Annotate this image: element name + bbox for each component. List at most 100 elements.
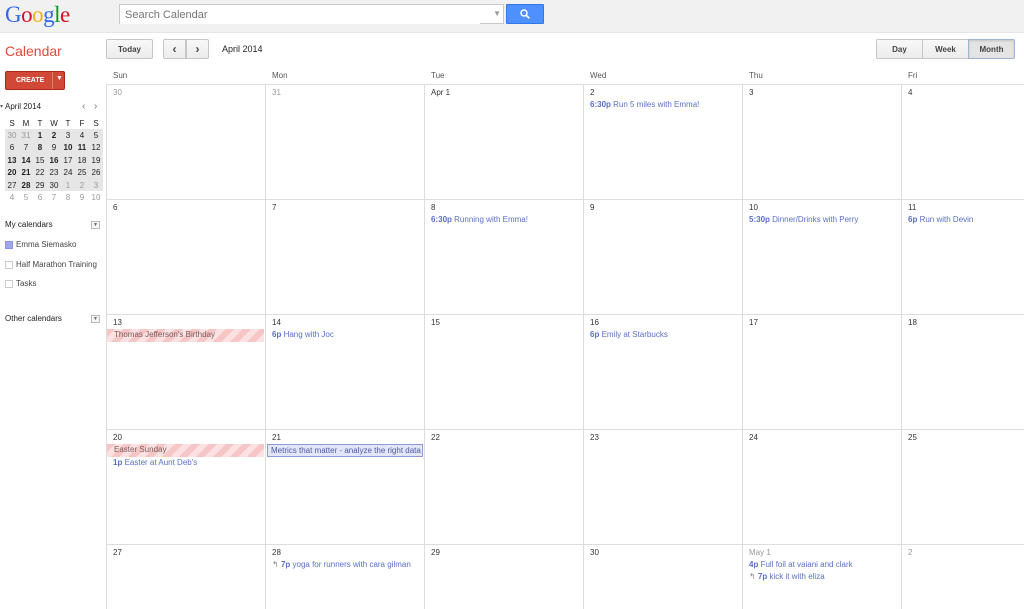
mini-prev-icon[interactable]: ‹ [82, 101, 85, 112]
calendar-item[interactable]: Tasks [5, 279, 36, 288]
collapse-arrow-icon[interactable]: ▾ [0, 103, 3, 110]
day-number[interactable]: 24 [749, 433, 758, 442]
day-number[interactable]: 30 [113, 88, 122, 97]
day-number[interactable]: 22 [431, 433, 440, 442]
mini-day[interactable]: 19 [89, 154, 103, 167]
mini-day[interactable]: 8 [33, 141, 47, 155]
mini-day[interactable]: 2 [47, 129, 61, 142]
calendar-item[interactable]: Emma Siemasko [5, 240, 76, 249]
view-day-button[interactable]: Day [876, 39, 923, 59]
dropdown-icon[interactable]: ▼ [91, 221, 100, 229]
mini-day[interactable]: 30 [47, 178, 61, 192]
mini-day[interactable]: 22 [33, 166, 47, 179]
day-number[interactable]: May 1 [749, 548, 771, 557]
mini-day[interactable]: 15 [33, 154, 47, 167]
view-month-button[interactable]: Month [968, 39, 1015, 59]
mini-day[interactable]: 3 [61, 129, 75, 142]
search-input[interactable] [120, 6, 480, 24]
calendar-color-swatch[interactable] [5, 240, 13, 249]
mini-day[interactable]: 28 [19, 178, 33, 192]
event[interactable]: 4p Full foil at vaiani and clark [749, 560, 899, 569]
mini-day[interactable]: 17 [61, 154, 75, 167]
day-number[interactable]: 9 [590, 203, 594, 212]
event[interactable]: ↰ 7p yoga for runners with cara gilman [272, 560, 422, 569]
mini-day[interactable]: 9 [47, 141, 61, 155]
day-number[interactable]: 21 [272, 433, 281, 442]
day-number[interactable]: 23 [590, 433, 599, 442]
mini-day[interactable]: 4 [5, 191, 19, 203]
mini-day[interactable]: 25 [75, 166, 89, 179]
day-number[interactable]: 18 [908, 318, 917, 327]
day-number[interactable]: 3 [749, 88, 753, 97]
search-options-icon[interactable]: ▼ [493, 9, 501, 18]
google-logo[interactable]: Google [5, 2, 70, 28]
mini-day[interactable]: 9 [75, 191, 89, 203]
mini-day[interactable]: 26 [89, 166, 103, 179]
holiday-event[interactable]: Thomas Jefferson's Birthday [107, 329, 264, 342]
mini-day[interactable]: 7 [47, 191, 61, 203]
mini-day[interactable]: 6 [5, 141, 19, 155]
day-number[interactable]: 28 [272, 548, 281, 557]
event[interactable]: ↰ 7p kick it with eliza [749, 572, 899, 581]
mini-day[interactable]: 31 [19, 129, 33, 142]
day-number[interactable]: 16 [590, 318, 599, 327]
event[interactable]: 6p Emily at Starbucks [590, 330, 740, 339]
mini-day[interactable]: 8 [61, 191, 75, 203]
day-number[interactable]: 2 [908, 548, 912, 557]
mini-day[interactable]: 5 [89, 129, 103, 142]
event[interactable]: 1p Easter at Aunt Deb's [113, 458, 263, 467]
create-button[interactable]: CREATE ▼ [5, 71, 65, 90]
day-number[interactable]: 14 [272, 318, 281, 327]
event[interactable]: 6:30p Running with Emma! [431, 215, 581, 224]
dropdown-icon[interactable]: ▼ [91, 315, 100, 323]
day-number[interactable]: 6 [113, 203, 117, 212]
mini-day[interactable]: 11 [75, 141, 89, 155]
mini-day[interactable]: 1 [33, 129, 47, 142]
holiday-event[interactable]: Easter Sunday [107, 444, 264, 457]
day-number[interactable]: 30 [590, 548, 599, 557]
day-number[interactable]: 2 [590, 88, 594, 97]
day-number[interactable]: 7 [272, 203, 276, 212]
mini-day[interactable]: 12 [89, 141, 103, 155]
mini-day[interactable]: 30 [5, 129, 19, 142]
day-number[interactable]: 17 [749, 318, 758, 327]
mini-calendar-title[interactable]: April 2014 [5, 102, 41, 111]
today-button[interactable]: Today [106, 39, 153, 59]
calendar-color-swatch[interactable] [5, 279, 13, 288]
mini-day[interactable]: 6 [33, 191, 47, 203]
mini-day[interactable]: 3 [89, 178, 103, 192]
day-number[interactable]: 11 [908, 203, 916, 212]
calendar-color-swatch[interactable] [5, 260, 13, 269]
other-calendars-header[interactable]: Other calendars ▼ [5, 314, 100, 323]
day-number[interactable]: 10 [749, 203, 758, 212]
mini-day[interactable]: 7 [19, 141, 33, 155]
event[interactable]: 6p Hang with Joc [272, 330, 422, 339]
mini-next-icon[interactable]: › [94, 101, 97, 112]
view-week-button[interactable]: Week [922, 39, 969, 59]
mini-day[interactable]: 10 [61, 141, 75, 155]
event[interactable]: 6:30p Run 5 miles with Emma! [590, 100, 740, 109]
allday-event[interactable]: Metrics that matter - analyze the right … [267, 444, 423, 457]
my-calendars-header[interactable]: My calendars ▼ [5, 220, 100, 229]
mini-day[interactable]: 4 [75, 129, 89, 142]
mini-day[interactable]: 23 [47, 166, 61, 179]
day-number[interactable]: 4 [908, 88, 912, 97]
day-number[interactable]: Apr 1 [431, 88, 450, 97]
mini-day[interactable]: 20 [5, 166, 19, 179]
mini-day[interactable]: 1 [61, 178, 75, 192]
day-number[interactable]: 13 [113, 318, 122, 327]
mini-day[interactable]: 14 [19, 154, 33, 167]
day-number[interactable]: 31 [272, 88, 281, 97]
mini-day[interactable]: 21 [19, 166, 33, 179]
day-number[interactable]: 15 [431, 318, 440, 327]
prev-button[interactable]: ‹ [163, 39, 186, 59]
mini-day[interactable]: 2 [75, 178, 89, 192]
mini-day[interactable]: 24 [61, 166, 75, 179]
mini-day[interactable]: 13 [5, 154, 19, 167]
dropdown-arrow-icon[interactable]: ▼ [56, 75, 63, 82]
calendar-item[interactable]: Half Marathon Training [5, 260, 97, 269]
mini-day[interactable]: 27 [5, 178, 19, 192]
event[interactable]: 5:30p Dinner/Drinks with Perry [749, 215, 899, 224]
day-number[interactable]: 27 [113, 548, 122, 557]
mini-day[interactable]: 16 [47, 154, 61, 167]
